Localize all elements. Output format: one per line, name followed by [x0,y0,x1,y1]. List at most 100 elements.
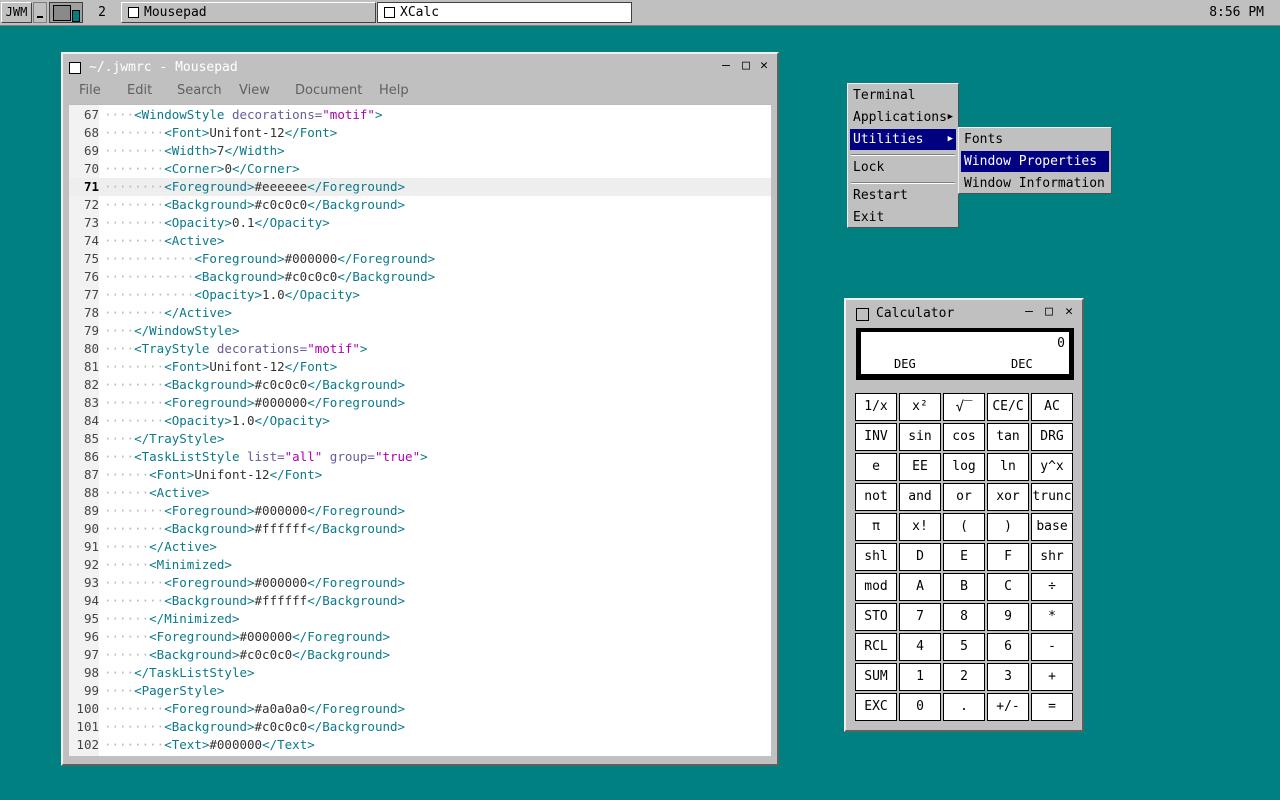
minimize-button[interactable]: — [1020,304,1038,322]
menu-search[interactable]: Search [177,83,222,98]
code-line[interactable]: 73 ········<Opacity>0.1</Opacity> [69,214,771,232]
code-line[interactable]: 70 ········<Corner>0</Corner> [69,160,771,178]
calc-key[interactable]: xor [987,483,1029,511]
code-line[interactable]: 67 ····<WindowStyle decorations="motif"> [69,106,771,124]
code-line[interactable]: 89 ········<Foreground>#000000</Foregroun… [69,502,771,520]
title-bar[interactable]: ~/.jwmrc - Mousepad — □ ✕ [67,58,773,78]
calc-key[interactable]: tan [987,423,1029,451]
calc-key[interactable]: F [987,543,1029,571]
calc-key[interactable]: ÷ [1031,573,1073,601]
close-button[interactable]: ✕ [755,58,773,76]
code-line[interactable]: 82 ········<Background>#c0c0c0</Backgroun… [69,376,771,394]
menu-edit[interactable]: Edit [127,83,152,98]
title-bar[interactable]: Calculator — □ ✕ [850,304,1078,324]
menu-item-applications[interactable]: Applications ▶ [850,107,956,128]
code-line[interactable]: 83 ········<Foreground>#000000</Foregroun… [69,394,771,412]
menu-item-lock[interactable]: Lock [850,157,956,178]
calc-key[interactable]: shl [855,543,897,571]
calc-key[interactable]: 6 [987,633,1029,661]
calc-key[interactable]: ( [943,513,985,541]
calc-key[interactable]: . [943,693,985,721]
calc-key[interactable]: e [855,453,897,481]
submenu-item-fonts[interactable]: Fonts [961,129,1109,150]
calc-key[interactable]: √‾ [943,393,985,421]
code-line[interactable]: 92 ······<Minimized> [69,556,771,574]
calc-key[interactable]: - [1031,633,1073,661]
calc-key[interactable]: + [1031,663,1073,691]
code-line[interactable]: 94 ········<Background>#ffffff</Backgroun… [69,592,771,610]
calc-key[interactable]: x! [899,513,941,541]
task-button-xcalc[interactable]: XCalc [377,2,632,23]
code-line[interactable]: 100 ········<Foreground>#a0a0a0</Foregrou… [69,700,771,718]
minimize-button[interactable]: — [717,58,735,76]
calc-key[interactable]: +/- [987,693,1029,721]
code-line[interactable]: 79 ····</WindowStyle> [69,322,771,340]
code-line[interactable]: 90 ········<Background>#ffffff</Backgroun… [69,520,771,538]
task-button-mousepad[interactable]: Mousepad [121,2,376,23]
code-line[interactable]: 68 ········<Font>Unifont-12</Font> [69,124,771,142]
menu-help[interactable]: Help [379,83,409,98]
menu-item-restart[interactable]: Restart [850,185,956,206]
window-menu-icon[interactable] [69,62,81,74]
code-line[interactable]: 91 ······</Active> [69,538,771,556]
calc-key[interactable]: AC [1031,393,1073,421]
maximize-button[interactable]: □ [1040,304,1058,322]
calc-key[interactable]: or [943,483,985,511]
calc-key[interactable]: A [899,573,941,601]
calc-key[interactable]: 8 [943,603,985,631]
calc-key[interactable]: INV [855,423,897,451]
code-line[interactable]: 93 ········<Foreground>#000000</Foregroun… [69,574,771,592]
clock[interactable]: 8:56 PM [1209,2,1264,23]
calc-key[interactable]: STO [855,603,897,631]
calc-key[interactable]: 5 [943,633,985,661]
calc-key[interactable]: sin [899,423,941,451]
calc-key[interactable]: shr [1031,543,1073,571]
menu-document[interactable]: Document [295,83,362,98]
calc-key[interactable]: EE [899,453,941,481]
root-menu-button[interactable]: JWM [1,2,32,23]
pager[interactable] [49,2,83,23]
calc-key[interactable]: ln [987,453,1029,481]
calc-key[interactable]: trunc [1031,483,1073,511]
code-line[interactable]: 102 ········<Text>#000000</Text> [69,736,771,754]
code-line[interactable]: 95 ······</Minimized> [69,610,771,628]
code-line[interactable]: 85 ····</TrayStyle> [69,430,771,448]
calc-key[interactable]: CE/C [987,393,1029,421]
code-line[interactable]: 80 ····<TrayStyle decorations="motif"> [69,340,771,358]
code-line[interactable]: 97 ······<Background>#c0c0c0</Background> [69,646,771,664]
show-desktop-button[interactable] [33,2,47,23]
pager-desktop-1[interactable] [53,5,71,21]
submenu-item-window-information[interactable]: Window Information [961,173,1109,194]
calc-key[interactable]: E [943,543,985,571]
code-line[interactable]: 78 ········</Active> [69,304,771,322]
calc-key[interactable]: 3 [987,663,1029,691]
calc-key[interactable]: mod [855,573,897,601]
maximize-button[interactable]: □ [737,58,755,76]
menu-view[interactable]: View [239,83,270,98]
code-line[interactable]: 72 ········<Background>#c0c0c0</Backgroun… [69,196,771,214]
code-line[interactable]: 99 ····<PagerStyle> [69,682,771,700]
code-line[interactable]: 75 ············<Foreground>#000000</Foreg… [69,250,771,268]
calc-key[interactable]: not [855,483,897,511]
code-line[interactable]: 101 ········<Background>#c0c0c0</Backgrou… [69,718,771,736]
calc-key[interactable]: EXC [855,693,897,721]
calc-key[interactable]: 2 [943,663,985,691]
code-line[interactable]: 86 ····<TaskListStyle list="all" group="t… [69,448,771,466]
menu-file[interactable]: File [79,83,101,98]
calc-key[interactable]: 0 [899,693,941,721]
calc-key[interactable]: DRG [1031,423,1073,451]
calc-key[interactable]: 1 [899,663,941,691]
calc-key[interactable]: 9 [987,603,1029,631]
calc-key[interactable]: x² [899,393,941,421]
calc-key[interactable]: y^x [1031,453,1073,481]
code-line[interactable]: 84 ········<Opacity>1.0</Opacity> [69,412,771,430]
close-button[interactable]: ✕ [1060,304,1078,322]
calc-key[interactable]: log [943,453,985,481]
menu-item-terminal[interactable]: Terminal [850,85,956,106]
text-editor[interactable]: 67 ····<WindowStyle decorations="motif"> 6… [69,104,771,756]
menu-item-exit[interactable]: Exit [850,207,956,228]
calc-key[interactable]: and [899,483,941,511]
code-line[interactable]: 96 ······<Foreground>#000000</Foreground> [69,628,771,646]
code-line[interactable]: 69 ········<Width>7</Width> [69,142,771,160]
calc-key[interactable]: B [943,573,985,601]
